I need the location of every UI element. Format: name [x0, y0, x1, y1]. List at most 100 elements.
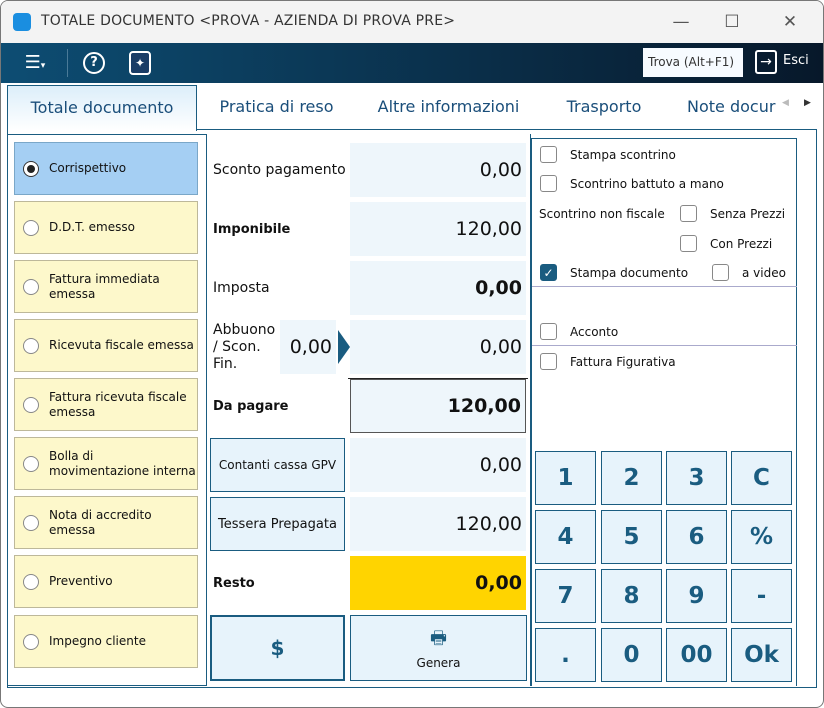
- key-8[interactable]: 8: [601, 569, 662, 623]
- scontrino-mano-label: Scontrino battuto a mano: [570, 177, 724, 191]
- key-1[interactable]: 1: [535, 451, 596, 505]
- key-0[interactable]: 0: [601, 628, 662, 682]
- imponibile-label: Imponibile: [213, 221, 291, 237]
- sconto-pagamento-label: Sconto pagamento: [213, 162, 346, 178]
- doc-type-label: Fattura immediata emessa: [49, 271, 160, 301]
- radio[interactable]: [23, 634, 39, 650]
- contanti-value[interactable]: 0,00: [350, 438, 526, 492]
- a-video-checkbox[interactable]: [712, 264, 729, 281]
- key-4[interactable]: 4: [535, 510, 596, 564]
- key-9[interactable]: 9: [666, 569, 727, 623]
- radio[interactable]: [23, 456, 39, 472]
- tab-pratica-di-reso[interactable]: Pratica di reso: [199, 85, 354, 129]
- doc-type-preventivo[interactable]: Preventivo: [14, 555, 198, 608]
- doc-type-fattura-immediata[interactable]: Fattura immediata emessa: [14, 260, 198, 313]
- sparkle-icon[interactable]: ✦: [129, 51, 151, 75]
- imposta-value: 0,00: [350, 261, 526, 315]
- key-7[interactable]: 7: [535, 569, 596, 623]
- doc-type-label: Ricevuta fiscale emessa: [49, 338, 194, 352]
- stampa-documento-label: Stampa documento: [570, 266, 689, 280]
- senza-prezzi-checkbox[interactable]: [680, 205, 697, 222]
- doc-type-ricevuta-fiscale[interactable]: Ricevuta fiscale emessa: [14, 319, 198, 372]
- tab-altre-informazioni[interactable]: Altre informazioni: [366, 85, 531, 129]
- app-icon: [13, 13, 31, 31]
- tab-scroll-left-icon[interactable]: ◀: [782, 98, 789, 108]
- senza-prezzi-label: Senza Prezzi: [710, 207, 786, 221]
- fattura-figurativa-label: Fattura Figurativa: [570, 355, 676, 369]
- window-title: TOTALE DOCUMENTO <PROVA - AZIENDA DI PRO…: [41, 13, 456, 29]
- doc-type-fattura-ricevuta-fiscale[interactable]: Fattura ricevuta fiscale emessa: [14, 378, 198, 431]
- da-pagare-label: Da pagare: [213, 398, 289, 414]
- doc-type-label: D.D.T. emesso: [49, 220, 135, 234]
- doc-type-bolla[interactable]: Bolla di movimentazione interna: [14, 437, 198, 490]
- doc-type-nota-accredito[interactable]: Nota di accredito emessa: [14, 496, 198, 549]
- radio[interactable]: [23, 515, 39, 531]
- radio[interactable]: [23, 161, 39, 177]
- key-6[interactable]: 6: [666, 510, 727, 564]
- key-2[interactable]: 2: [601, 451, 662, 505]
- help-icon[interactable]: ?: [83, 52, 105, 74]
- tab-totale-documento[interactable]: Totale documento: [7, 85, 197, 131]
- tab-scroll-right-icon[interactable]: ▶: [804, 98, 811, 108]
- tab-note-documento[interactable]: Note docur: [687, 85, 782, 129]
- minimize-button[interactable]: —: [666, 9, 696, 35]
- radio[interactable]: [23, 338, 39, 354]
- abbuono-label: Abbuono / Scon. Fin.: [213, 321, 276, 372]
- radio[interactable]: [23, 574, 39, 590]
- key-5[interactable]: 5: [601, 510, 662, 564]
- divider: [532, 286, 797, 287]
- tab-trasporto[interactable]: Trasporto: [549, 85, 659, 129]
- tessera-prepagata-button[interactable]: Tessera Prepagata: [210, 497, 345, 551]
- con-prezzi-label: Con Prezzi: [710, 237, 773, 251]
- key-3[interactable]: 3: [666, 451, 727, 505]
- doc-type-impegno-cliente[interactable]: Impegno cliente: [14, 615, 198, 668]
- fattura-figurativa-checkbox[interactable]: [540, 353, 557, 370]
- menu-icon[interactable]: ☰▾: [15, 43, 55, 86]
- window: TOTALE DOCUMENTO <PROVA - AZIENDA DI PRO…: [0, 0, 824, 708]
- stampa-scontrino-label: Stampa scontrino: [570, 148, 676, 162]
- doc-type-ddt[interactable]: D.D.T. emesso: [14, 201, 198, 254]
- key-00[interactable]: 00: [666, 628, 727, 682]
- key-minus[interactable]: -: [731, 569, 792, 623]
- acconto-checkbox[interactable]: [540, 323, 557, 340]
- contanti-cassa-button[interactable]: Contanti cassa GPV: [210, 438, 345, 492]
- key-percent[interactable]: %: [731, 510, 792, 564]
- key-decimal[interactable]: .: [535, 628, 596, 682]
- resto-label: Resto: [213, 575, 255, 591]
- doc-type-label: Fattura ricevuta fiscale emessa: [49, 389, 187, 419]
- key-clear[interactable]: C: [731, 451, 792, 505]
- scontrino-mano-checkbox[interactable]: [540, 175, 557, 192]
- imposta-label: Imposta: [213, 280, 270, 296]
- currency-button[interactable]: $: [210, 615, 345, 681]
- a-video-label: a video: [742, 266, 786, 280]
- stampa-scontrino-checkbox[interactable]: [540, 146, 557, 163]
- exit-icon[interactable]: →: [755, 50, 777, 74]
- stampa-documento-checkbox[interactable]: ✓: [540, 264, 557, 281]
- doc-type-label: Nota di accredito emessa: [49, 507, 152, 537]
- key-ok[interactable]: Ok: [731, 628, 792, 682]
- doc-type-label: Bolla di movimentazione interna: [49, 448, 196, 478]
- doc-type-corrispettivo[interactable]: Corrispettivo: [14, 142, 198, 195]
- con-prezzi-checkbox[interactable]: [680, 235, 697, 252]
- radio[interactable]: [23, 220, 39, 236]
- scontrino-non-fiscale-label: Scontrino non fiscale: [539, 207, 665, 221]
- printer-icon: 🖶: [430, 628, 447, 649]
- close-button[interactable]: ✕: [775, 9, 805, 35]
- abbuono-input[interactable]: 0,00: [280, 320, 336, 374]
- find-input[interactable]: Trova (Alt+F1): [643, 48, 743, 77]
- sconto-pagamento-field[interactable]: 0,00: [350, 143, 526, 197]
- doc-type-label: Impegno cliente: [49, 634, 146, 648]
- apply-arrow-icon[interactable]: [338, 330, 350, 364]
- radio[interactable]: [23, 397, 39, 413]
- tessera-value[interactable]: 120,00: [350, 497, 526, 551]
- maximize-button[interactable]: ☐: [717, 9, 747, 35]
- exit-button[interactable]: Esci: [783, 53, 809, 68]
- abbuono-value: 0,00: [350, 320, 526, 374]
- title-bar: TOTALE DOCUMENTO <PROVA - AZIENDA DI PRO…: [1, 1, 823, 43]
- da-pagare-value: 120,00: [350, 379, 526, 433]
- genera-button[interactable]: 🖶 Genera: [350, 615, 527, 681]
- acconto-label: Acconto: [570, 325, 619, 339]
- radio[interactable]: [23, 279, 39, 295]
- doc-type-label: Preventivo: [49, 574, 113, 588]
- divider: [532, 345, 797, 346]
